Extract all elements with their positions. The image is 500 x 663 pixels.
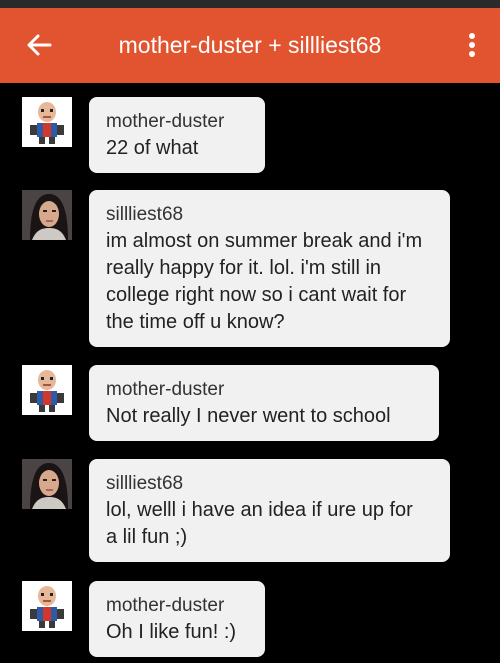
message-bubble[interactable]: mother-duster Oh I like fun! :) <box>89 581 265 657</box>
avatar[interactable] <box>22 365 72 415</box>
app-bar: mother-duster + sillliest68 <box>0 8 500 83</box>
profile-photo-icon <box>22 459 72 509</box>
more-options-icon[interactable] <box>462 30 482 60</box>
sender-name: mother-duster <box>106 595 225 616</box>
conversation-title: mother-duster + sillliest68 <box>118 32 382 58</box>
status-bar <box>0 0 500 8</box>
avatar[interactable] <box>22 459 72 509</box>
sender-name: mother-duster <box>106 111 225 132</box>
message-text-line: the time off u know? <box>106 311 285 333</box>
message-text-line: college right now so i cant wait for <box>106 284 407 306</box>
avatar[interactable] <box>22 97 72 147</box>
message-text: Not really I never went to school <box>106 405 391 427</box>
back-arrow-icon[interactable] <box>24 30 54 60</box>
message-text-line: lol, welll i have an idea if ure up for <box>106 499 413 521</box>
sender-name: sillliest68 <box>106 473 184 494</box>
message-bubble[interactable]: mother-duster 22 of what <box>89 97 265 173</box>
message-bubble[interactable]: sillliest68 im almost on summer break an… <box>89 190 450 347</box>
pixel-character-avatar-icon <box>22 581 72 631</box>
message-text: 22 of what <box>106 137 199 159</box>
sender-name: mother-duster <box>106 379 225 400</box>
message-text-line: im almost on summer break and i'm <box>106 230 423 252</box>
message-text-line: a lil fun ;) <box>106 526 188 548</box>
avatar[interactable] <box>22 581 72 631</box>
message-text: Oh I like fun! :) <box>106 621 237 643</box>
sender-name: sillliest68 <box>106 204 184 225</box>
message-bubble[interactable]: mother-duster Not really I never went to… <box>89 365 439 441</box>
avatar[interactable] <box>22 190 72 240</box>
pixel-character-avatar-icon <box>22 97 72 147</box>
message-bubble[interactable]: sillliest68 lol, welll i have an idea if… <box>89 459 450 562</box>
pixel-character-avatar-icon <box>22 365 72 415</box>
profile-photo-icon <box>22 190 72 240</box>
message-text-line: really happy for it. lol. i'm still in <box>106 257 382 279</box>
